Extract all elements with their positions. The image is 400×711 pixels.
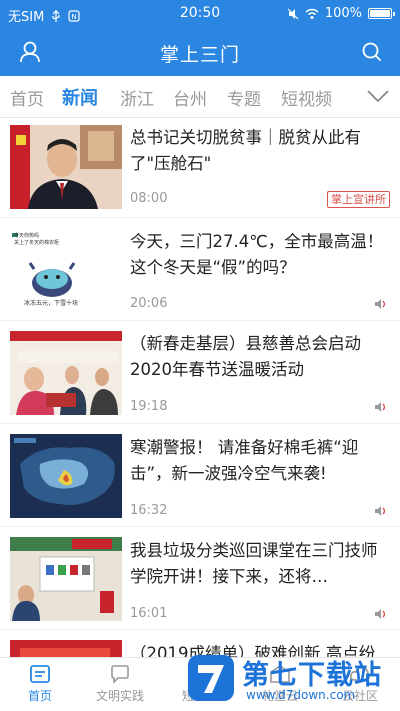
- news-title: （新春走基层）县慈善总会启动2020年春节送温暖活动: [130, 334, 361, 379]
- news-time: 20:06: [130, 296, 168, 311]
- thumbnail-caption-3: 冰冻五元，下雪十块: [24, 300, 79, 307]
- list-item[interactable]: （新春走基层）县慈善总会启动2020年春节送温暖活动 19:18: [0, 322, 400, 424]
- wifi-icon: [305, 8, 319, 19]
- nav-civilization-label: 文明实践: [95, 689, 144, 703]
- chat-icon: [111, 665, 129, 684]
- news-time: 16:32: [130, 503, 168, 518]
- speaker-icon[interactable]: [374, 608, 388, 620]
- search-icon[interactable]: [358, 38, 386, 66]
- speaker-icon[interactable]: [374, 505, 388, 517]
- tab-zhejiang[interactable]: 浙江: [120, 85, 154, 110]
- chevron-down-icon[interactable]: [366, 86, 390, 106]
- news-time: 19:18: [130, 399, 168, 414]
- battery-icon: [368, 8, 395, 19]
- home-icon: [30, 665, 50, 683]
- watermark-logo: [188, 655, 234, 701]
- news-title: 我县垃圾分类巡回课堂在三门技师学院开讲！接下来，还将…: [130, 541, 378, 586]
- list-item[interactable]: 我县垃圾分类巡回课堂在三门技师学院开讲！接下来，还将… 16:01: [0, 528, 400, 630]
- thumbnail-caption-1: 今天你热吗: [14, 233, 40, 239]
- news-thumbnail: [10, 434, 122, 518]
- speaker-icon[interactable]: [374, 401, 388, 413]
- news-time: 16:01: [130, 606, 168, 621]
- mute-icon: [287, 8, 299, 19]
- news-title: 今天，三门27.4℃，全市最高温！这个冬天是“假”的吗？: [130, 232, 384, 277]
- nav-home-label: 首页: [27, 689, 52, 703]
- list-item[interactable]: 总书记关切脱贫事｜脱贫从此有了"压舱石" 08:00 掌上宣讲所: [0, 119, 400, 218]
- news-tag: 掌上宣讲所: [327, 191, 390, 208]
- tab-taizhou[interactable]: 台州: [173, 85, 207, 110]
- battery-percent: 100%: [324, 6, 362, 21]
- news-thumbnail: [10, 537, 122, 621]
- tab-news[interactable]: 新闻: [62, 84, 98, 110]
- app-title: 掌上三门: [159, 44, 240, 66]
- tab-home[interactable]: 首页: [10, 85, 44, 110]
- tab-short-video[interactable]: 短视频: [281, 85, 332, 110]
- news-thumbnail: [10, 125, 122, 209]
- watermark: 第七下载站 www.d7down.com: [186, 649, 396, 707]
- news-time: 08:00: [130, 191, 168, 206]
- list-item[interactable]: 今天你热吗 关上了冬天的棉衣柜 冰冻五元，下雪十块 今天，三门27.4℃，全市最…: [0, 219, 400, 321]
- news-title: 总书记关切脱贫事｜脱贫从此有了"压舱石": [130, 128, 361, 173]
- status-bar: 无SIM N 20:50 100%: [0, 0, 400, 28]
- news-title: 寒潮警报！ 请准备好棉毛裤“迎击”，新一波强冷空气来袭!: [130, 438, 359, 483]
- list-item[interactable]: 寒潮警报！ 请准备好棉毛裤“迎击”，新一波强冷空气来袭! 16:32: [0, 425, 400, 527]
- watermark-url: www.d7down.com: [246, 688, 356, 702]
- watermark-brand: 第七下载站: [242, 660, 382, 691]
- nav-home[interactable]: 首页: [0, 664, 80, 704]
- thumbnail-caption-2: 关上了冬天的棉衣柜: [14, 240, 60, 246]
- speaker-icon[interactable]: [374, 298, 388, 310]
- app-bar: 掌上三门: [0, 28, 400, 76]
- tab-special[interactable]: 专题: [227, 85, 261, 110]
- nav-civilization[interactable]: 文明实践: [80, 664, 160, 704]
- channel-tabs: 首页 新闻 浙江 台州 专题 短视频: [0, 76, 400, 118]
- news-thumbnail: [10, 331, 122, 415]
